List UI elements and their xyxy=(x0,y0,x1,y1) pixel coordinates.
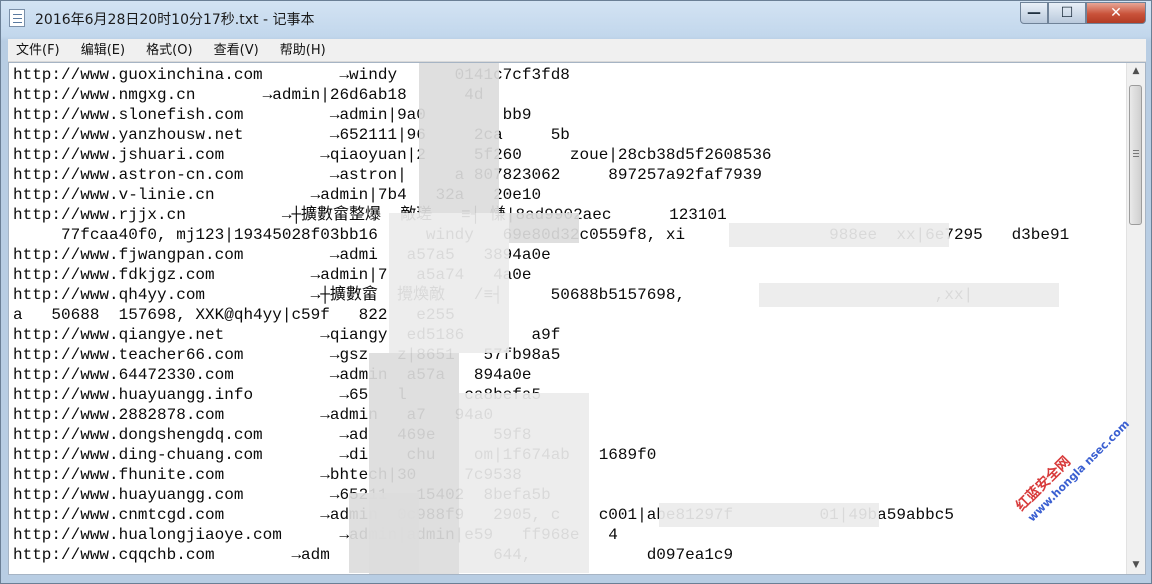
window-title: 2016年6月28日20时10分17秒.txt - 记事本 xyxy=(35,12,315,28)
scroll-down-icon[interactable]: ▼ xyxy=(1127,557,1145,574)
menu-view[interactable]: 查看(V) xyxy=(206,40,267,62)
text-line: http://www.qiangye.net →qiangy ed5186 a9… xyxy=(13,326,561,344)
text-line: a 50688 157698, XXK@qh4yy|c59f 822 e255 xyxy=(13,306,455,324)
text-line: http://www.slonefish.com →admin|9a0 bb9 xyxy=(13,106,532,124)
redaction-mosaic xyxy=(459,393,589,573)
redaction-mosaic xyxy=(509,213,579,243)
text-line: http://www.v-linie.cn →admin|7b4 32a 20e… xyxy=(13,186,542,204)
menu-format[interactable]: 格式(O) xyxy=(138,40,200,62)
notepad-icon xyxy=(9,9,25,27)
scroll-thumb[interactable] xyxy=(1129,85,1142,225)
title-bar[interactable]: 2016年6月28日20时10分17秒.txt - 记事本 — ☐ ✕ xyxy=(1,1,1151,37)
menu-help[interactable]: 帮助(H) xyxy=(272,40,334,62)
redaction-mosaic xyxy=(389,213,509,353)
minimize-button[interactable]: — xyxy=(1020,2,1048,24)
menu-edit[interactable]: 编辑(E) xyxy=(73,40,133,62)
redaction-mosaic xyxy=(759,283,1059,307)
text-line: http://www.yanzhousw.net →652111|96 2ca … xyxy=(13,126,570,144)
text-line: http://www.teacher66.com →gsz z|8651 57f… xyxy=(13,346,561,364)
close-icon: ✕ xyxy=(1110,5,1122,21)
menu-bar: 文件(F) 编辑(E) 格式(O) 查看(V) 帮助(H) xyxy=(8,39,1146,62)
minimize-icon: — xyxy=(1027,5,1041,21)
maximize-button[interactable]: ☐ xyxy=(1048,2,1086,24)
text-line: http://www.jshuari.com →qiaoyuan|2 5f260… xyxy=(13,146,772,164)
vertical-scrollbar[interactable]: ▲ ▼ xyxy=(1126,63,1145,574)
redaction-mosaic xyxy=(349,493,419,573)
text-line: http://www.astron-cn.com →astron| a 8078… xyxy=(13,166,762,184)
redaction-mosaic xyxy=(419,63,499,213)
redaction-mosaic xyxy=(729,223,949,247)
text-line: http://www.guoxinchina.com →windy 0141c7… xyxy=(13,66,570,84)
menu-file[interactable]: 文件(F) xyxy=(8,40,68,62)
text-line: http://www.fdkjgz.com →admin|7 a5a74 4a0… xyxy=(13,266,532,284)
redaction-mosaic xyxy=(659,503,879,527)
text-editor[interactable]: http://www.guoxinchina.com →windy 0141c7… xyxy=(8,62,1146,575)
scroll-up-icon[interactable]: ▲ xyxy=(1127,63,1145,80)
text-line: http://www.64472330.com →admin a57a 894a… xyxy=(13,366,532,384)
maximize-icon: ☐ xyxy=(1060,5,1074,21)
close-button[interactable]: ✕ xyxy=(1086,2,1146,24)
text-line: http://www.fjwangpan.com →admi a57a5 389… xyxy=(13,246,551,264)
text-line: http://www.nmgxg.cn →admin|26d6ab18 4d xyxy=(13,86,484,104)
notepad-window: 2016年6月28日20时10分17秒.txt - 记事本 — ☐ ✕ 文件(F… xyxy=(0,0,1152,584)
